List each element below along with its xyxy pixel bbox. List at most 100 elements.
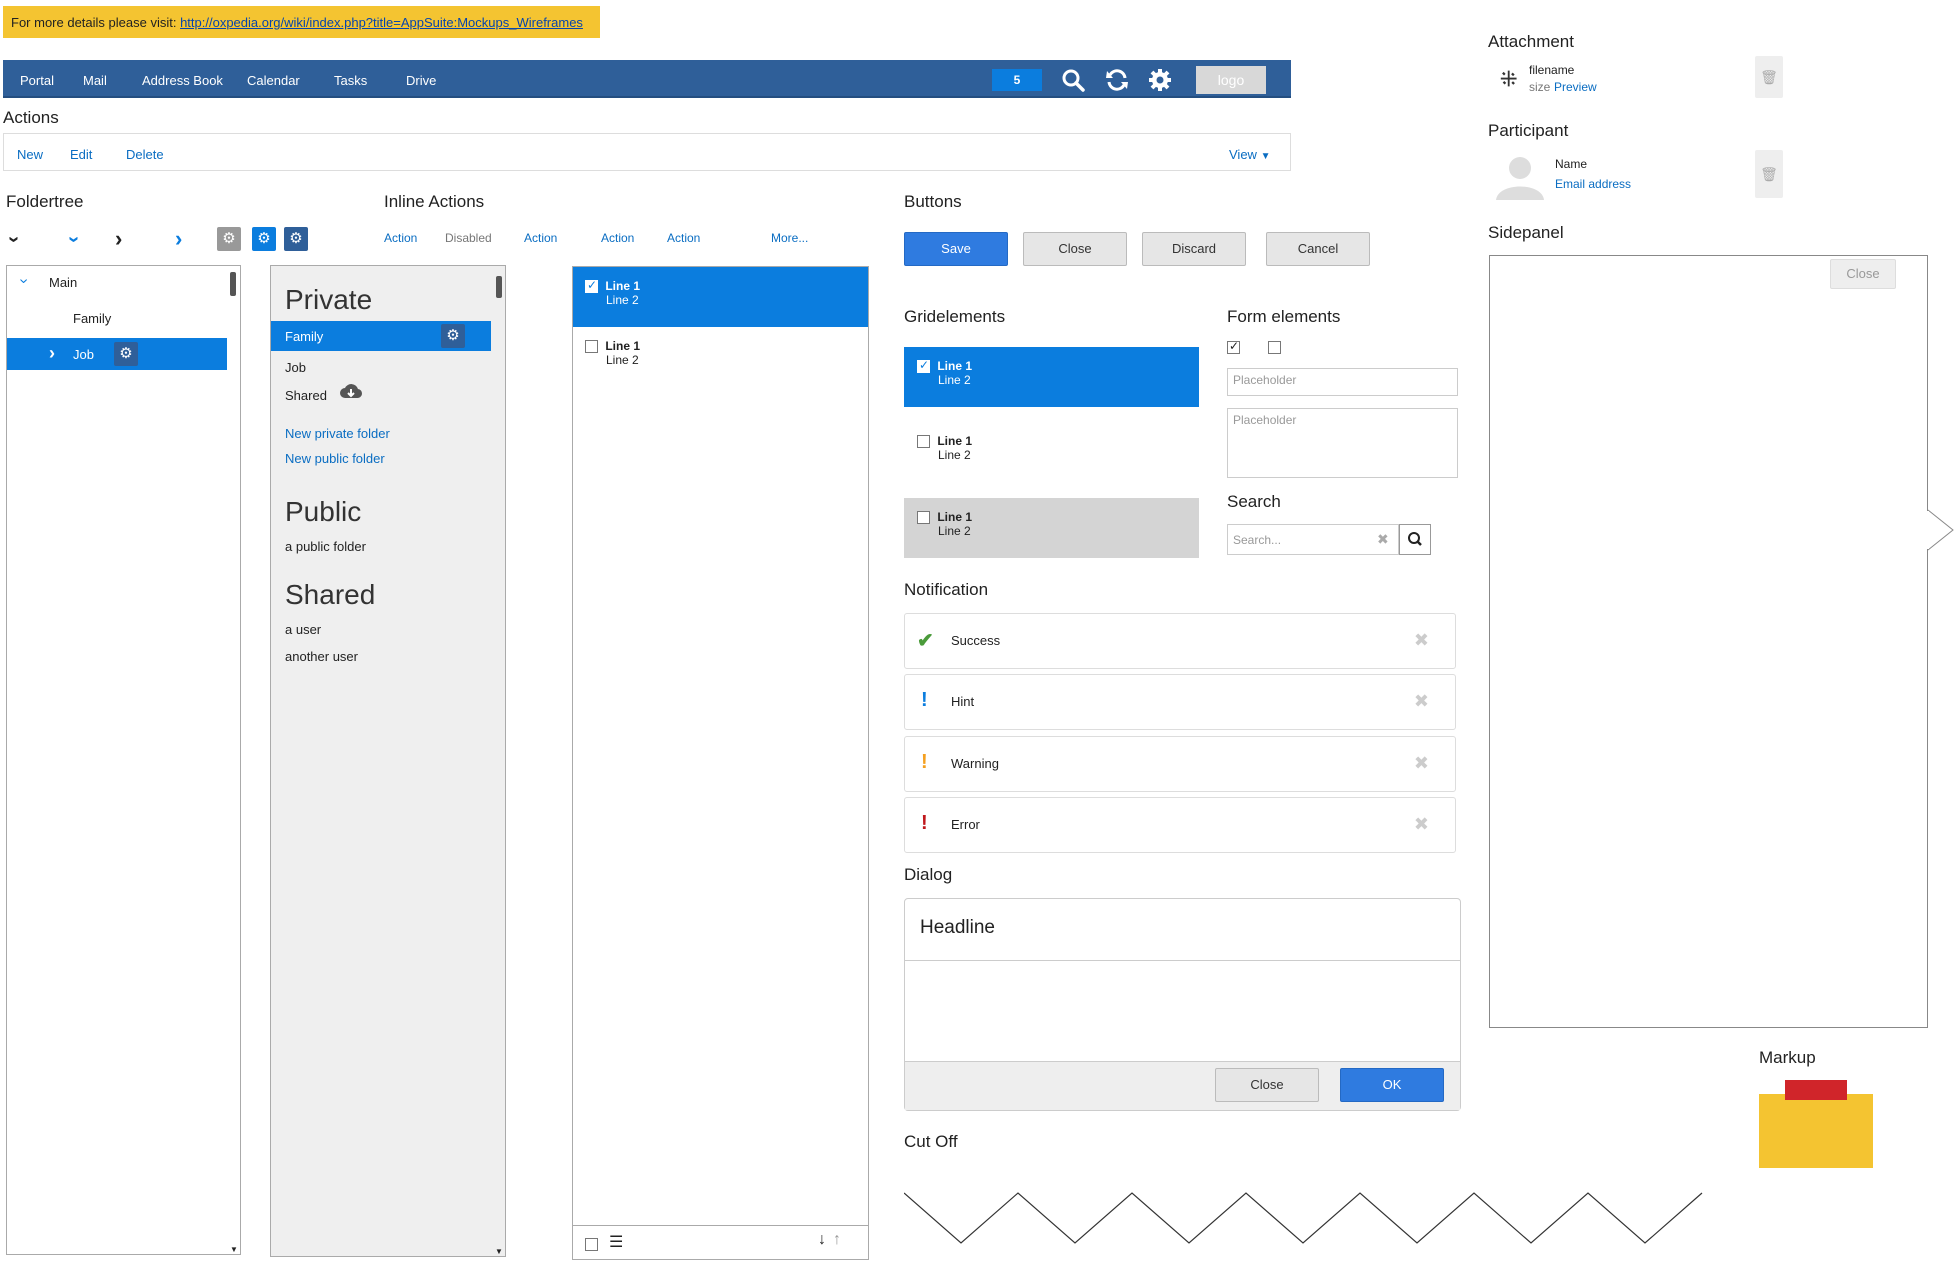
view-label: View <box>1229 147 1257 162</box>
attachment-filename[interactable]: filename <box>1529 63 1574 77</box>
action-edit[interactable]: Edit <box>70 147 92 162</box>
shared-user-item[interactable]: a user <box>285 622 321 637</box>
expand-main-icon[interactable]: › <box>15 278 33 283</box>
grid-item-line1: Line 1 <box>937 359 973 373</box>
sidepanel: Close <box>1489 255 1928 1028</box>
grid-item-checkbox[interactable] <box>917 358 930 374</box>
nav-mail[interactable]: Mail <box>83 73 107 88</box>
participant-trash-icon[interactable]: 🗑 <box>1755 150 1783 198</box>
clear-search-icon[interactable]: ✖ <box>1377 531 1389 548</box>
textarea[interactable]: Placeholder <box>1227 408 1458 478</box>
grid-item-hover[interactable]: Line 1 Line 2 <box>904 498 1199 558</box>
chevron-down-icon[interactable]: › <box>2 236 25 243</box>
action-delete[interactable]: Delete <box>126 147 164 162</box>
private-shared[interactable]: Shared <box>285 388 327 403</box>
list-item-line1: Line 1 <box>605 339 641 353</box>
chevron-right-white-icon[interactable]: › <box>49 343 55 364</box>
notification-badge[interactable]: 5 <box>992 69 1042 91</box>
refresh-icon[interactable] <box>1103 66 1131 94</box>
nav-drive[interactable]: Drive <box>406 73 436 88</box>
gear-blue-icon[interactable]: ⚙ <box>252 227 276 251</box>
chevron-right-blue-icon[interactable]: › <box>175 226 182 252</box>
info-banner-link[interactable]: http://oxpedia.org/wiki/index.php?title=… <box>180 15 583 30</box>
sidepanel-pointer <box>1927 509 1954 551</box>
folder-list-panel: Private Family ⚙ Job Shared New private … <box>270 265 506 1257</box>
scroll-down-icon[interactable]: ▼ <box>230 1245 238 1254</box>
foldertree-panel: › Main Family › Job ⚙ ▼ <box>6 265 241 1255</box>
settings-gear-icon[interactable] <box>1146 66 1174 94</box>
scroll-down-icon[interactable]: ▼ <box>495 1247 503 1256</box>
new-private-folder-link[interactable]: New private folder <box>285 426 390 441</box>
list-item-checkbox[interactable] <box>585 340 598 354</box>
inline-action-more[interactable]: More... <box>771 231 808 245</box>
attachment-trash-icon[interactable]: 🗑 <box>1755 56 1783 98</box>
close-icon[interactable]: ✖ <box>1414 630 1429 651</box>
list-view-icon[interactable]: ☰ <box>609 1232 623 1252</box>
nav-address-book[interactable]: Address Book <box>142 73 223 88</box>
action-new[interactable]: New <box>17 147 43 162</box>
folder-job: Job <box>73 347 94 362</box>
cancel-button[interactable]: Cancel <box>1266 232 1370 266</box>
folder-main[interactable]: Main <box>49 275 77 290</box>
inline-action-1[interactable]: Action <box>384 231 417 245</box>
attachment-preview-link[interactable]: Preview <box>1554 80 1597 94</box>
close-button[interactable]: Close <box>1023 232 1127 266</box>
close-icon[interactable]: ✖ <box>1414 814 1429 835</box>
scrollbar-thumb[interactable] <box>496 276 502 298</box>
dialog-ok-button[interactable]: OK <box>1340 1068 1444 1102</box>
list-item[interactable]: Line 1 Line 2 <box>573 327 868 387</box>
list-item-checkbox[interactable] <box>585 278 598 294</box>
close-icon[interactable]: ✖ <box>1414 691 1429 712</box>
participant-email[interactable]: Email address <box>1555 177 1631 191</box>
private-family-label: Family <box>285 329 324 344</box>
public-folder-item[interactable]: a public folder <box>285 539 366 554</box>
gear-dark-icon[interactable]: ⚙ <box>284 227 308 251</box>
actions-heading: Actions <box>3 108 59 127</box>
nav-calendar[interactable]: Calendar <box>247 73 300 88</box>
nav-portal[interactable]: Portal <box>20 73 54 88</box>
folder-job-row[interactable]: › Job ⚙ <box>7 338 227 370</box>
view-dropdown[interactable]: View ▼ <box>1229 147 1270 162</box>
discard-button[interactable]: Discard <box>1142 232 1246 266</box>
private-family-row[interactable]: Family ⚙ <box>271 321 491 351</box>
search-button[interactable] <box>1399 524 1431 555</box>
grid-item-checkbox[interactable] <box>917 435 930 449</box>
sidepanel-close-button[interactable]: Close <box>1830 259 1896 289</box>
list-footer: ☰ ↓ ↑ <box>573 1225 868 1259</box>
folder-family[interactable]: Family <box>73 311 111 326</box>
search-icon[interactable] <box>1059 66 1087 94</box>
sort-down-arrow-icon[interactable]: ↓ <box>818 1231 826 1249</box>
public-section-title: Public <box>285 496 362 527</box>
search-input[interactable]: Search... <box>1227 524 1399 555</box>
chevron-right-icon[interactable]: › <box>115 226 122 252</box>
select-all-checkbox[interactable] <box>585 1238 598 1252</box>
grid-item-checkbox[interactable] <box>917 511 930 525</box>
list-item-selected[interactable]: Line 1 Line 2 <box>573 267 868 327</box>
dialog-close-button[interactable]: Close <box>1215 1068 1319 1102</box>
grid-item-selected[interactable]: Line 1 Line 2 <box>904 347 1199 407</box>
gear-gray-icon[interactable]: ⚙ <box>217 227 241 251</box>
chevron-down-blue-icon[interactable]: › <box>62 236 85 243</box>
search-heading: Search <box>1227 492 1281 511</box>
grid-item[interactable]: Line 1 Line 2 <box>904 422 1199 482</box>
family-gear-icon[interactable]: ⚙ <box>441 324 465 348</box>
new-public-folder-link[interactable]: New public folder <box>285 451 385 466</box>
exclamation-icon: ! <box>921 751 928 773</box>
close-icon[interactable]: ✖ <box>1414 753 1429 774</box>
folder-settings-gear-icon[interactable]: ⚙ <box>114 342 138 366</box>
inline-action-2[interactable]: Action <box>524 231 557 245</box>
scrollbar-thumb[interactable] <box>230 272 236 296</box>
form-checkbox-checked[interactable] <box>1227 339 1240 355</box>
inline-action-3[interactable]: Action <box>601 231 634 245</box>
private-job[interactable]: Job <box>285 360 306 375</box>
shared-another-user-item[interactable]: another user <box>285 649 358 664</box>
dialog-headline: Headline <box>920 917 995 938</box>
sort-up-arrow-icon[interactable]: ↑ <box>833 1231 841 1249</box>
exclamation-icon: ! <box>921 689 928 711</box>
save-button[interactable]: Save <box>904 232 1008 266</box>
list-item-line2: Line 2 <box>606 353 639 368</box>
form-checkbox[interactable] <box>1267 341 1281 355</box>
nav-tasks[interactable]: Tasks <box>334 73 367 88</box>
text-input[interactable]: Placeholder <box>1227 368 1458 396</box>
inline-action-4[interactable]: Action <box>667 231 700 245</box>
